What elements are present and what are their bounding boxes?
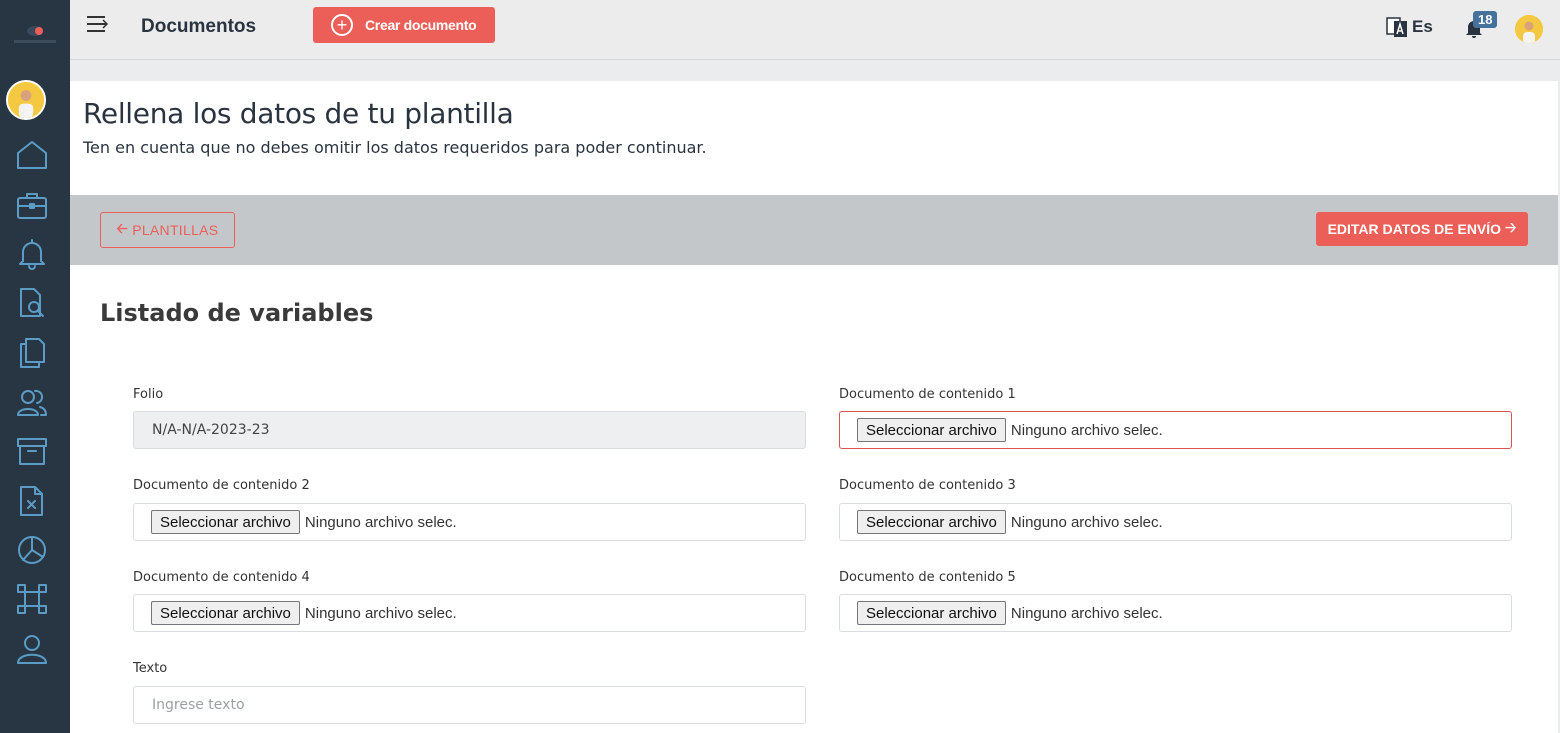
doc3-file-status: Ninguno archivo selec. — [1010, 513, 1163, 531]
template-heading: Rellena los datos de tu plantilla — [83, 97, 514, 130]
doc4-file-status: Ninguno archivo selec. — [304, 604, 457, 622]
doc5-file-input: Seleccionar archivo Ninguno archivo sele… — [839, 594, 1512, 632]
create-document-label: Crear documento — [365, 17, 477, 33]
doc2-select-file-button[interactable]: Seleccionar archivo — [151, 510, 300, 534]
workflow-icon[interactable] — [13, 582, 51, 616]
text-input[interactable]: Ingrese texto — [133, 686, 806, 724]
plus-circle-icon: + — [331, 14, 353, 36]
pie-chart-icon[interactable] — [13, 533, 51, 567]
action-toolbar: 🡠 PLANTILLAS EDITAR DATOS DE ENVÍO 🡢 — [70, 195, 1558, 265]
doc3-file-input: Seleccionar archivo Ninguno archivo sele… — [839, 503, 1512, 541]
edit-shipping-data-button[interactable]: EDITAR DATOS DE ENVÍO 🡢 — [1316, 212, 1528, 246]
sidebar — [0, 0, 70, 733]
document-x-icon[interactable] — [13, 484, 51, 518]
user-icon[interactable] — [13, 632, 51, 666]
doc4-file-input: Seleccionar archivo Ninguno archivo sele… — [133, 594, 806, 632]
user-avatar[interactable] — [1515, 15, 1543, 43]
folio-field: N/A-N/A-2023-23 — [133, 411, 806, 449]
doc1-select-file-button[interactable]: Seleccionar archivo — [857, 418, 1006, 442]
template-subheading: Ten en cuenta que no debes omitir los da… — [83, 138, 707, 157]
app-logo[interactable] — [8, 18, 62, 48]
notifications-button[interactable]: 18 — [1464, 11, 1498, 44]
doc1-file-input: Seleccionar archivo Ninguno archivo sele… — [839, 411, 1512, 449]
main-content: Rellena los datos de tu plantilla Ten en… — [70, 81, 1558, 733]
sidebar-avatar[interactable] — [6, 80, 46, 120]
create-document-button[interactable]: + Crear documento — [313, 7, 495, 43]
menu-toggle-icon[interactable] — [86, 14, 110, 34]
back-to-templates-button[interactable]: 🡠 PLANTILLAS — [100, 212, 235, 248]
doc5-file-status: Ninguno archivo selec. — [1010, 604, 1163, 622]
briefcase-icon[interactable] — [13, 188, 51, 222]
doc2-file-status: Ninguno archivo selec. — [304, 513, 457, 531]
back-button-label: PLANTILLAS — [132, 222, 219, 238]
archive-icon[interactable] — [13, 434, 51, 468]
bell-icon[interactable] — [13, 237, 51, 271]
notification-badge: 18 — [1473, 11, 1498, 28]
edit-button-label: EDITAR DATOS DE ENVÍO — [1327, 221, 1502, 237]
text-label: Texto — [133, 661, 168, 676]
translate-icon — [1386, 17, 1407, 37]
doc4-select-file-button[interactable]: Seleccionar archivo — [151, 601, 300, 625]
language-code: Es — [1412, 17, 1433, 36]
arrow-right-icon: 🡢 — [1505, 219, 1517, 235]
doc2-file-input: Seleccionar archivo Ninguno archivo sele… — [133, 503, 806, 541]
doc5-label: Documento de contenido 5 — [839, 570, 1016, 585]
doc1-label: Documento de contenido 1 — [839, 387, 1016, 402]
language-selector[interactable]: Es — [1386, 16, 1433, 38]
doc5-select-file-button[interactable]: Seleccionar archivo — [857, 601, 1006, 625]
folio-value: N/A-N/A-2023-23 — [152, 422, 270, 438]
folio-label: Folio — [133, 387, 164, 402]
users-icon[interactable] — [13, 385, 51, 419]
copy-documents-icon[interactable] — [13, 336, 51, 370]
doc3-select-file-button[interactable]: Seleccionar archivo — [857, 510, 1006, 534]
home-icon[interactable] — [13, 138, 51, 172]
variables-title: Listado de variables — [100, 299, 374, 327]
top-header: Documentos + Crear documento Es 18 — [70, 0, 1560, 60]
doc3-label: Documento de contenido 3 — [839, 478, 1016, 493]
document-search-icon[interactable] — [13, 286, 51, 320]
doc2-label: Documento de contenido 2 — [133, 478, 310, 493]
doc1-file-status: Ninguno archivo selec. — [1010, 421, 1163, 439]
arrow-left-icon: 🡠 — [116, 220, 129, 236]
page-title: Documentos — [141, 16, 257, 37]
text-placeholder: Ingrese texto — [152, 697, 245, 713]
doc4-label: Documento de contenido 4 — [133, 570, 310, 585]
